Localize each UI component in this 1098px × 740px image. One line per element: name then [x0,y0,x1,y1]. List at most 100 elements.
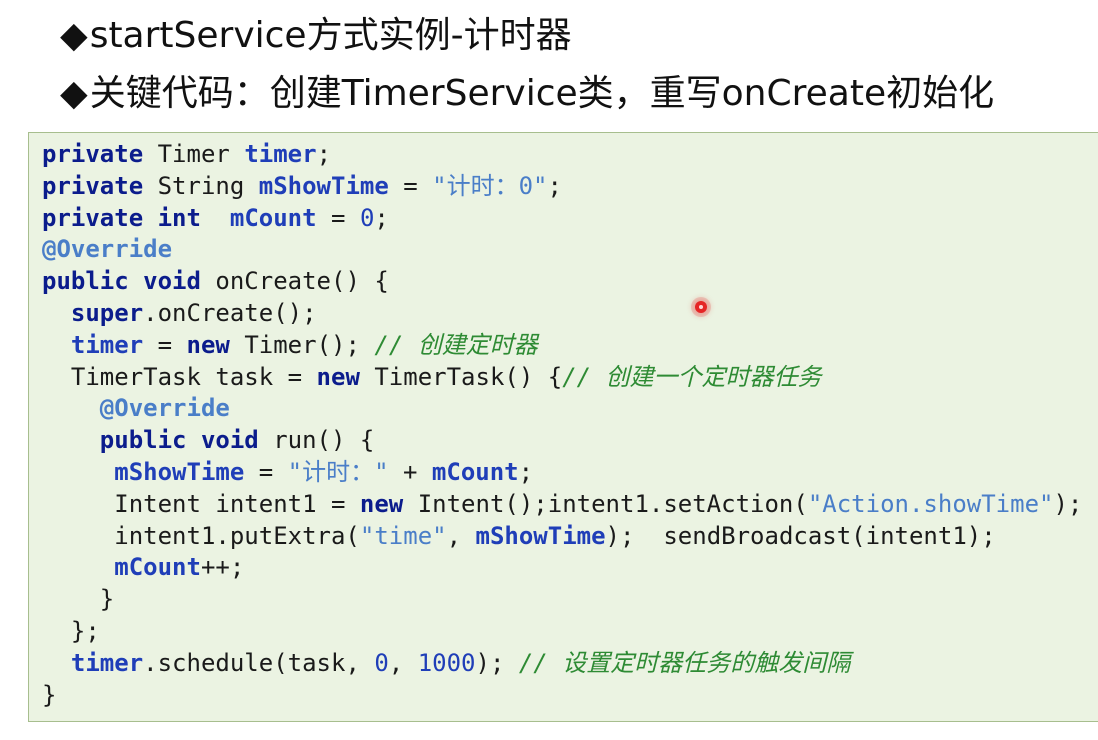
code-line: } [42,584,1082,616]
keyword: new [186,330,230,359]
code-text: .onCreate(); [143,298,317,327]
code-line: timer.schedule(task, 0, 1000); // 设置定时器任… [42,648,1082,680]
code-text: }; [42,616,100,645]
code-text: ; [374,203,389,232]
keyword: private [42,203,144,232]
field-name: mCount [114,553,201,582]
code-text: ); [1053,489,1083,518]
field-name: mCount [431,457,519,486]
code-line: private int mCount = 0; [42,203,1082,235]
diamond-bullet-icon: ◆ [60,73,88,114]
field-name: timer [244,140,317,168]
annotation: @Override [99,394,230,423]
field-name: mShowTime [258,171,389,200]
code-text: } [42,680,57,709]
code-text: , [388,648,418,677]
code-line: timer = new Timer(); // 创建定时器 [42,330,1082,362]
code-text: Intent();intent1.setAction( [403,489,808,518]
code-text: ; [518,457,534,486]
keyword: public [99,426,187,455]
code-text: = [316,203,360,232]
keyword: int [157,203,201,232]
code-text: onCreate() { [200,267,389,296]
heading-title-text: startService方式实例-计时器 [89,15,572,56]
keyword: private [42,171,144,200]
code-line: } [42,680,1082,712]
slide: ◆startService方式实例-计时器 ◆关键代码：创建TimerServi… [0,0,1098,740]
number-literal: 0 [359,203,375,232]
code-line: @Override [42,393,1082,425]
code-text: intent1.putExtra( [42,521,360,550]
code-text: ; [547,171,562,200]
number-literal: 0 [374,648,389,677]
keyword: new [359,489,404,518]
code-text: Intent intent1 = [42,489,360,518]
string-literal: "计时：" [287,457,389,486]
keyword: private [42,140,144,168]
string-literal: "Action.showTime" [807,489,1054,518]
code-line: }; [42,616,1082,648]
code-line: mShowTime = "计时：" + mCount; [42,457,1082,489]
code-text: Timer(); [229,330,375,359]
code-text: = [388,171,433,200]
code-line: public void run() { [42,425,1082,457]
code-line: private Timer timer; [42,139,1082,171]
code-line: mCount++; [42,552,1082,584]
code-line: Intent intent1 = new Intent();intent1.se… [42,489,1082,521]
code-line: @Override [42,234,1082,266]
code-text: ++; [200,553,245,582]
keyword: void [200,426,259,455]
code-line: private String mShowTime = "计时：0"; [42,171,1082,203]
code-line: TimerTask task = new TimerTask() {// 创建一… [42,362,1082,394]
code-line: intent1.putExtra("time", mShowTime); sen… [42,521,1082,553]
field-name: timer [70,648,144,677]
code-text: TimerTask() { [359,362,563,391]
code-text: .schedule(task, [143,648,375,677]
field-name: mShowTime [114,457,245,486]
code-text: ); [475,648,519,677]
keyword: void [143,267,201,296]
code-text: Timer [143,140,245,168]
code-text: run() { [258,426,375,455]
comment: // 创建定时器 [374,330,538,359]
field-name: mShowTime [475,521,606,550]
code-text: , [446,521,476,550]
string-literal: "计时：0" [432,171,548,200]
field-name: mCount [229,203,317,232]
comment: // 创建一个定时器任务 [562,362,822,391]
code-block: private Timer timer; private String mShow… [28,132,1098,722]
field-name: timer [70,330,144,359]
code-text: = [143,330,187,359]
keyword: new [316,362,360,391]
diamond-bullet-icon: ◆ [60,15,88,56]
comment: // 设置定时器任务的触发间隔 [518,648,851,677]
code-text: String [143,171,259,200]
laser-pointer-icon [695,301,707,313]
code-text: = [244,457,288,486]
keyword: public [42,267,129,296]
code-text: TimerTask task = [42,362,317,391]
number-literal: 1000 [417,648,476,677]
keyword: super [70,298,144,327]
code-text: ; [316,140,332,168]
heading-title: ◆startService方式实例-计时器 [60,18,572,54]
code-text: ); sendBroadcast(intent1); [605,521,996,550]
code-text: } [42,585,115,614]
annotation: @Override [42,235,173,264]
code-line: super.onCreate(); [42,298,1082,330]
code-line: public void onCreate() { [42,266,1082,298]
heading-subtitle-text: 关键代码：创建TimerService类，重写onCreate初始化 [89,73,995,114]
code-text: + [388,457,432,486]
heading-subtitle: ◆关键代码：创建TimerService类，重写onCreate初始化 [60,76,994,112]
